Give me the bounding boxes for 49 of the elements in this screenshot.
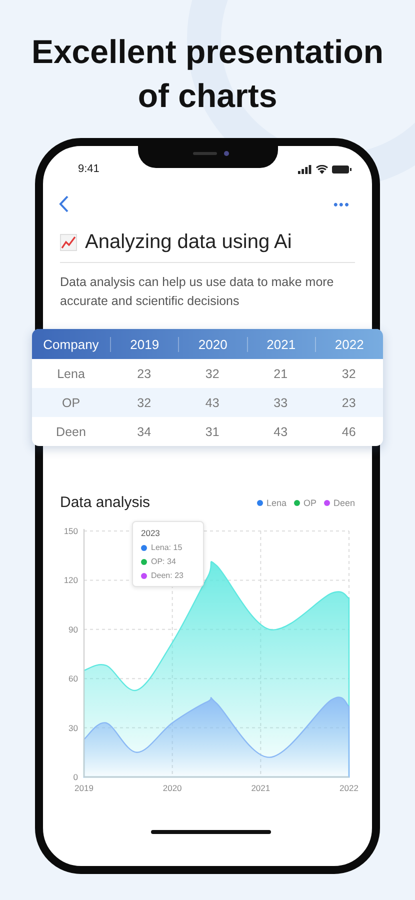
x-tick-label: 2021	[251, 783, 270, 793]
table-cell-text: 32	[204, 366, 220, 380]
table-cell-text: 21	[272, 366, 289, 380]
y-tick-label: 150	[64, 526, 78, 536]
battery-icon	[332, 164, 352, 174]
table-cell-text: 31	[204, 424, 220, 438]
tooltip-item: OP: 34	[151, 557, 176, 566]
more-button[interactable]: •••	[333, 196, 350, 212]
y-tick-label: 0	[73, 772, 78, 782]
table-cell-text: 32	[340, 366, 357, 380]
article-title: Analyzing data using Ai	[85, 231, 292, 254]
y-tick-label: 120	[64, 575, 78, 586]
chart-trend-icon	[60, 234, 77, 251]
table-cell-text: 32	[136, 396, 152, 410]
legend-label: OP	[303, 498, 316, 508]
table-cell-text: 33	[272, 396, 289, 410]
table-cell-text: Lena	[56, 366, 86, 380]
back-icon[interactable]	[59, 195, 69, 213]
table-cell-text: 46	[340, 424, 357, 438]
table-cell-text: 23	[340, 396, 357, 410]
tooltip-item: Deen: 23	[151, 571, 184, 580]
y-tick-label: 30	[68, 722, 78, 733]
y-tick-label: 90	[68, 624, 78, 634]
table-cell-text: 43	[272, 424, 289, 438]
wifi-icon	[316, 164, 328, 174]
article-description: Data analysis can help us use data to make more accurate and scientific decisions	[60, 274, 335, 310]
table-cell-text: OP	[60, 396, 82, 410]
chart-title: Data analysis	[60, 494, 150, 511]
table-cell-text: 34	[136, 424, 152, 438]
x-tick-label: 2022	[340, 783, 358, 793]
signal-icon	[298, 164, 312, 174]
column-header: 2021	[246, 336, 315, 352]
table-cell-text: Deen	[55, 424, 87, 438]
x-tick-label: 2020	[162, 783, 182, 793]
headline: of charts	[138, 76, 278, 116]
headline: Excellent presentation	[31, 32, 384, 72]
legend-label: Lena	[266, 498, 286, 508]
table-cell-text: 43	[204, 396, 220, 410]
table-cell-text: 23	[136, 366, 152, 380]
x-tick-label: 2019	[74, 783, 94, 793]
status-time: 9:41	[78, 163, 100, 175]
column-header: Company	[42, 336, 100, 352]
tooltip-item: Lena: 15	[151, 543, 182, 552]
column-header: 2020	[178, 336, 246, 352]
tooltip-title: 2023	[141, 528, 161, 538]
column-header: 2019	[110, 336, 178, 352]
y-tick-label: 60	[68, 674, 78, 684]
legend-label: Deen	[333, 498, 355, 508]
column-header: 2022	[314, 336, 383, 352]
